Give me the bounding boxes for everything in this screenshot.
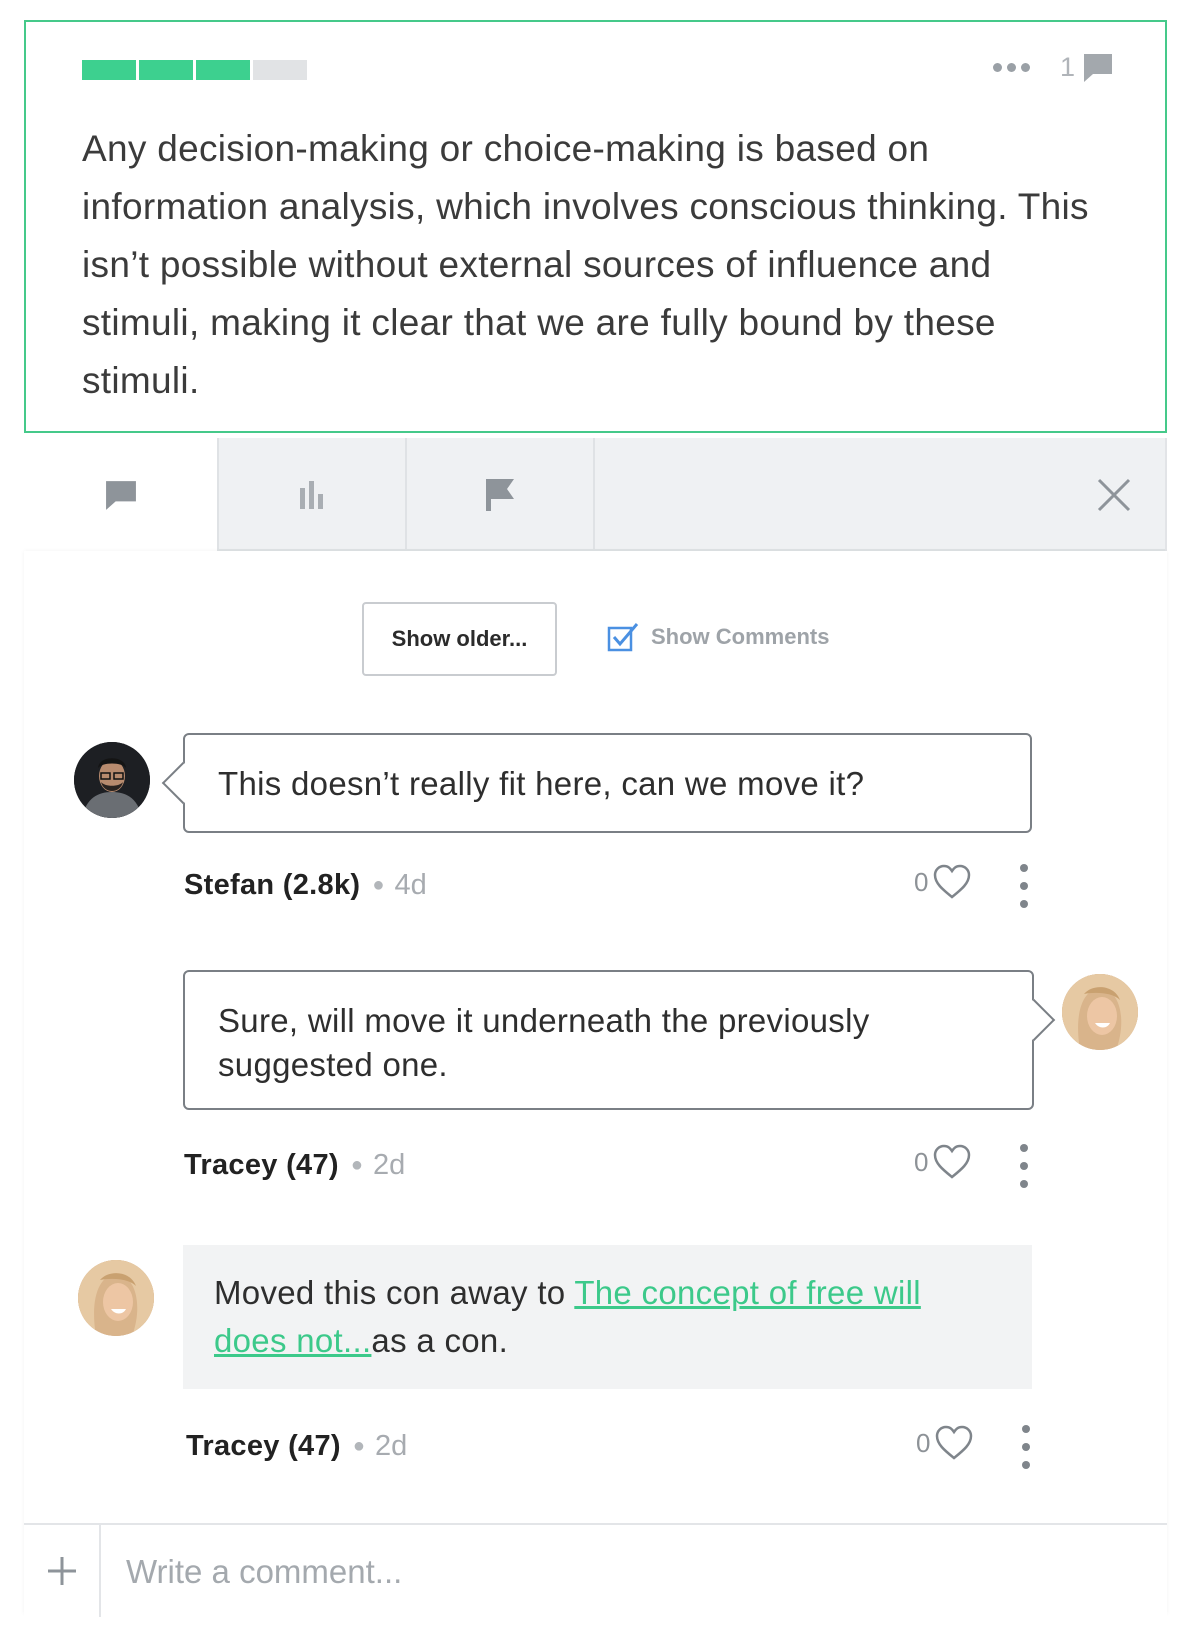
- strength-bar: [82, 60, 307, 80]
- like-count: 0: [914, 1146, 929, 1177]
- strength-segment: [82, 60, 136, 80]
- more-options-icon[interactable]: [992, 63, 1030, 72]
- strength-segment: [253, 60, 307, 80]
- close-icon: [1097, 478, 1131, 511]
- show-comments-label: Show Comments: [651, 624, 830, 649]
- show-comments-toggle[interactable]: Show Comments: [607, 622, 829, 652]
- argument-text: Any decision-making or choice-making is …: [82, 128, 1089, 401]
- meta-separator: ●: [352, 1435, 365, 1457]
- tab-stats[interactable]: [217, 438, 405, 551]
- comment-menu-icon[interactable]: [1016, 1425, 1036, 1469]
- tab-bar: [24, 438, 1167, 551]
- move-notice: Moved this con away to The concept of fr…: [183, 1245, 1032, 1389]
- checkbox-checked-icon[interactable]: [607, 622, 639, 652]
- like-button[interactable]: 0: [914, 864, 972, 900]
- comment-meta: Tracey (47) ● 2d: [184, 1149, 405, 1182]
- comment-menu-icon[interactable]: [1014, 864, 1034, 908]
- comment-author[interactable]: Tracey (47): [184, 1149, 339, 1182]
- comment-meta: Stefan (2.8k) ● 4d: [184, 869, 427, 902]
- notice-text: as a con.: [371, 1322, 509, 1359]
- tab-flag[interactable]: [405, 438, 595, 551]
- comment-count: 1: [1059, 52, 1075, 82]
- strength-segment: [139, 60, 193, 80]
- avatar[interactable]: [74, 742, 150, 818]
- bar-chart-icon: [300, 480, 323, 509]
- comment-menu-icon[interactable]: [1014, 1144, 1034, 1188]
- notice-text: Moved this con away to: [214, 1274, 575, 1311]
- card-actions: 1: [992, 52, 1113, 83]
- tab-comments[interactable]: [24, 438, 217, 551]
- comment-bubble: Sure, will move it underneath the previo…: [183, 970, 1034, 1110]
- comment-age: 2d: [372, 1149, 406, 1181]
- comment-input[interactable]: [124, 1543, 1128, 1601]
- comment-composer: [24, 1523, 1167, 1617]
- strength-segment: [196, 60, 250, 80]
- close-button[interactable]: [1064, 438, 1164, 551]
- like-button[interactable]: 0: [914, 1144, 972, 1180]
- like-count: 0: [914, 866, 929, 897]
- add-attachment-button[interactable]: [24, 1525, 101, 1617]
- flag-icon: [486, 478, 514, 511]
- comment-icon[interactable]: [1083, 53, 1113, 83]
- comment-text: Sure, will move it underneath the previo…: [218, 1002, 870, 1083]
- heart-icon: [936, 1425, 973, 1460]
- heart-icon: [934, 1144, 971, 1179]
- comment-icon: [105, 480, 136, 510]
- meta-separator: ●: [350, 1154, 363, 1176]
- plus-icon: [47, 1557, 76, 1585]
- comment-bubble: This doesn’t really fit here, can we mov…: [183, 733, 1032, 833]
- avatar-image: [78, 1260, 154, 1336]
- avatar-image: [1062, 974, 1138, 1050]
- avatar-image: [74, 742, 150, 818]
- heart-icon: [934, 864, 971, 899]
- comment-author[interactable]: Tracey (47): [186, 1430, 341, 1463]
- comment-meta: Tracey (47) ● 2d: [186, 1430, 407, 1463]
- avatar[interactable]: [78, 1260, 154, 1336]
- comment-age: 2d: [374, 1430, 408, 1462]
- like-button[interactable]: 0: [916, 1425, 974, 1461]
- comment-age: 4d: [394, 869, 427, 901]
- argument-card[interactable]: 1 Any decision-making or choice-making i…: [24, 20, 1167, 433]
- meta-separator: ●: [372, 874, 385, 896]
- comment-text: This doesn’t really fit here, can we mov…: [218, 765, 865, 802]
- like-count: 0: [916, 1427, 931, 1458]
- avatar[interactable]: [1062, 974, 1138, 1050]
- show-older-button[interactable]: Show older...: [362, 602, 557, 676]
- comment-author[interactable]: Stefan (2.8k): [184, 869, 360, 902]
